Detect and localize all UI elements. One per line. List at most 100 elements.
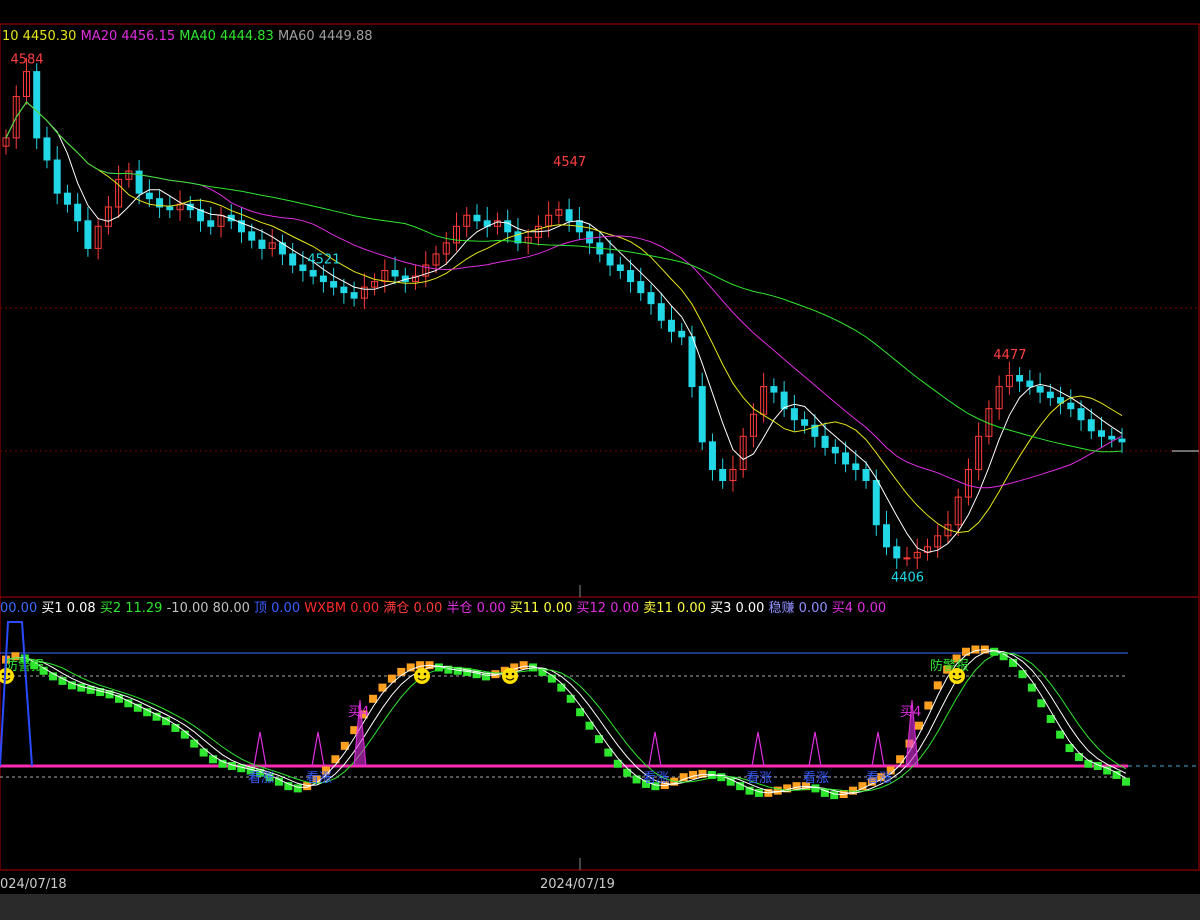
smiley-eye [505, 672, 509, 676]
candle-body [340, 286, 348, 294]
signal-spike [648, 731, 662, 767]
signal-spike [311, 731, 325, 767]
candle-body [627, 270, 635, 283]
smiley-eye [511, 672, 515, 676]
candle-body [565, 209, 573, 222]
candles-group [2, 57, 1126, 569]
candle-body [309, 270, 317, 277]
osc-block [933, 681, 942, 690]
osc-block [566, 694, 575, 703]
candle-body [852, 463, 860, 470]
candle-body [258, 239, 266, 249]
candle-body [790, 408, 798, 421]
top-signal-line [0, 621, 33, 767]
osc-block [199, 748, 208, 757]
indicator-legend-item: WXBM 0.00 [300, 601, 379, 616]
indicator-legend-item: 满仓 0.00 [379, 601, 442, 616]
indicator-legend: 00.00 买1 0.08 买2 11.29 -10.00 80.00 顶 0.… [0, 600, 886, 616]
osc-block [745, 786, 754, 795]
indicator-legend-item: 80.00 [209, 601, 250, 616]
candle-body [248, 231, 256, 241]
candle-body [831, 446, 839, 454]
indicator-legend-item: 顶 0.00 [250, 601, 300, 616]
fall-marker: 看涨 [866, 770, 892, 786]
osc-block [924, 701, 933, 710]
indicator-legend-item: 买11 0.00 [506, 601, 573, 616]
price-extreme-label: 4584 [10, 53, 43, 68]
price-extreme-label: 4521 [307, 253, 340, 268]
signal-spike [808, 731, 822, 767]
fall-marker: 看涨 [746, 770, 772, 786]
signal-spike [871, 731, 885, 767]
candle-body [1026, 380, 1034, 388]
candle-body [1087, 419, 1095, 432]
indicator-legend-item: 买12 0.00 [572, 601, 639, 616]
candle-body [842, 452, 850, 465]
price-extreme-label: 4406 [891, 570, 924, 585]
smiley-eye [1, 672, 5, 676]
osc-block [557, 683, 566, 692]
candle-body [678, 330, 686, 338]
candle-body [84, 220, 92, 249]
ma10-legend: 10 4450.30 [2, 29, 76, 44]
smiley-eye [423, 672, 427, 676]
date-label-2: 2024/07/19 [540, 877, 615, 892]
indicator-legend-item: 买4 0.00 [828, 601, 886, 616]
date-label-1: 024/07/18 [0, 877, 67, 892]
osc-block [1018, 670, 1027, 679]
osc-block [209, 755, 218, 764]
candle-body [770, 386, 778, 393]
osc-block [369, 694, 378, 703]
indicator-legend-item: 半仓 0.00 [442, 601, 505, 616]
candle-body [801, 419, 809, 426]
candle-body [1108, 435, 1116, 440]
candle-body [698, 386, 706, 443]
candle-body [719, 468, 727, 482]
candle-body [688, 336, 696, 388]
stock-chart[interactable]: 10 4450.30 MA20 4456.15 MA40 4444.83 MA6… [0, 0, 1200, 920]
candle-body [391, 270, 399, 277]
candle-body [473, 214, 481, 222]
candle-body [63, 192, 71, 205]
smiley-eye [958, 672, 962, 676]
fall-marker: 看涨 [248, 770, 274, 786]
candle-body [166, 206, 174, 211]
osc-block [416, 661, 425, 670]
price-extreme-label: 4547 [553, 155, 586, 170]
osc-block [1084, 759, 1093, 768]
candle-body [657, 303, 665, 321]
candle-body [668, 319, 676, 332]
indicator-legend-item: 买3 0.00 [706, 601, 764, 616]
ma-legend: 10 4450.30 MA20 4456.15 MA40 4444.83 MA6… [2, 29, 373, 44]
candle-body [319, 275, 327, 283]
candle-body [821, 435, 829, 448]
smiley-eye [417, 672, 421, 676]
candle-body [33, 71, 41, 139]
fall-marker: 看涨 [306, 770, 332, 786]
ma60-legend: MA60 4449.88 [278, 29, 373, 44]
osc-block [331, 755, 340, 764]
candle-body [862, 468, 870, 482]
fall-marker: 看涨 [803, 770, 829, 786]
smiley-icon [949, 668, 965, 684]
osc-block [754, 788, 763, 797]
buy4-left: 买4 [348, 705, 369, 720]
ma40-legend: MA40 4444.83 [179, 29, 274, 44]
osc-block [152, 712, 161, 721]
osc-block [830, 791, 839, 800]
osc-block [293, 784, 302, 793]
signal-spike [751, 731, 765, 767]
osc-block [1122, 777, 1130, 786]
signal-spike [253, 731, 267, 767]
candle-body [1077, 408, 1085, 421]
candle-body [145, 192, 153, 200]
osc-block [679, 773, 688, 782]
indicator-legend-item: 00.00 [0, 601, 37, 616]
smiley-eye [7, 672, 11, 676]
osc-block [689, 770, 698, 779]
candle-body [1036, 386, 1044, 393]
buy4-right: 买4 [900, 705, 921, 720]
candle-body [637, 281, 645, 294]
indicator-legend-item: 卖11 0.00 [639, 601, 706, 616]
price-extreme-label: 4477 [993, 348, 1026, 363]
